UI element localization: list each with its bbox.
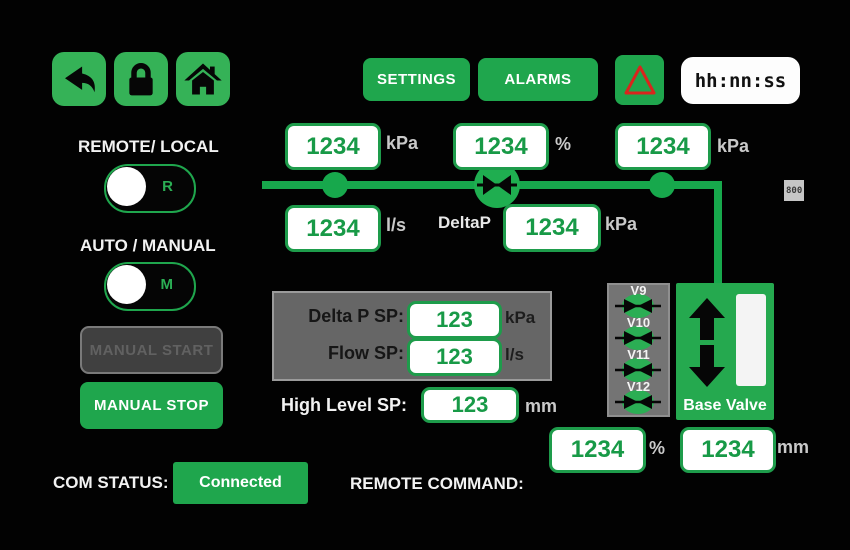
deltap-label: DeltaP: [438, 213, 491, 233]
level-unit: mm: [777, 437, 809, 458]
valve-label: V11: [627, 347, 649, 362]
valve-v12[interactable]: V12: [609, 383, 668, 415]
base-valve-down-button[interactable]: [688, 345, 726, 387]
valve-label: V10: [627, 315, 650, 330]
flow-unit: l/s: [386, 215, 406, 236]
outlet-pressure-display: 1234: [615, 123, 711, 170]
toggle-knob: [107, 265, 146, 304]
pipe-junction-dot: [649, 172, 675, 198]
base-valve-position-bar: [736, 294, 766, 386]
remote-command-label: REMOTE COMMAND:: [350, 474, 524, 494]
delta-p-sp-label: Delta P SP:: [278, 306, 404, 327]
valve-percent-unit: %: [555, 134, 571, 155]
com-status-badge: Connected: [173, 462, 308, 504]
back-button[interactable]: [52, 52, 106, 106]
setpoint-panel: Delta P SP: 123 kPa Flow SP: 123 l/s: [272, 291, 552, 381]
flow-sp-label: Flow SP:: [278, 343, 404, 364]
auto-manual-label: AUTO / MANUAL: [80, 236, 216, 256]
inlet-pressure-display: 1234: [285, 123, 381, 170]
clock-display: hh:nn:ss: [681, 57, 800, 104]
remote-local-toggle[interactable]: R: [104, 164, 196, 213]
toggle-knob: [107, 167, 146, 206]
manual-start-button[interactable]: MANUAL START: [80, 326, 223, 374]
remote-local-label: REMOTE/ LOCAL: [78, 137, 219, 157]
outlet-pressure-unit: kPa: [717, 136, 749, 157]
valve-label: V12: [627, 379, 650, 394]
base-valve-label: Base Valve: [676, 397, 774, 415]
alarms-button[interactable]: ALARMS: [478, 58, 598, 101]
home-icon: [182, 58, 224, 100]
base-valve-up-button[interactable]: [688, 298, 726, 340]
manual-stop-button[interactable]: MANUAL STOP: [80, 382, 223, 429]
pipe-junction-dot: [322, 172, 348, 198]
base-valve-percent-display: 1234: [549, 427, 646, 473]
high-level-sp-label: High Level SP:: [281, 395, 407, 416]
hmi-screen: SETTINGS ALARMS hh:nn:ss REMOTE/ LOCAL R…: [0, 0, 850, 550]
delta-p-sp-input[interactable]: 123: [407, 301, 502, 339]
auto-manual-toggle[interactable]: M: [104, 262, 196, 311]
toggle-state-label: R: [162, 178, 173, 195]
valve-bank-panel: V9 V10 V11: [607, 283, 670, 417]
level-display: 1234: [680, 427, 776, 473]
flow-display: 1234: [285, 205, 381, 252]
valve-percent-display: 1234: [453, 123, 549, 170]
toggle-state-label: M: [161, 276, 174, 293]
flow-sp-input[interactable]: 123: [407, 338, 502, 376]
pipe-vertical: [714, 181, 722, 285]
flow-sp-unit: l/s: [505, 345, 524, 365]
lock-button[interactable]: [114, 52, 168, 106]
settings-button[interactable]: SETTINGS: [363, 58, 470, 101]
deltap-unit: kPa: [605, 214, 637, 235]
alarm-indicator-button[interactable]: [615, 55, 664, 105]
com-status-label: COM STATUS:: [53, 473, 169, 493]
back-arrow-icon: [58, 58, 100, 100]
base-valve-percent-unit: %: [649, 438, 665, 459]
lock-icon: [120, 58, 162, 100]
delta-p-sp-unit: kPa: [505, 308, 535, 328]
valve-label: V9: [631, 283, 647, 298]
home-button[interactable]: [176, 52, 230, 106]
base-valve-panel: Base Valve: [676, 283, 774, 420]
high-level-sp-input[interactable]: 123: [421, 387, 519, 423]
inlet-pressure-unit: kPa: [386, 133, 418, 154]
edge-clipped-value: 800: [784, 180, 804, 201]
high-level-sp-unit: mm: [525, 396, 557, 417]
deltap-display: 1234: [503, 204, 601, 252]
alarm-triangle-icon: [622, 62, 658, 98]
